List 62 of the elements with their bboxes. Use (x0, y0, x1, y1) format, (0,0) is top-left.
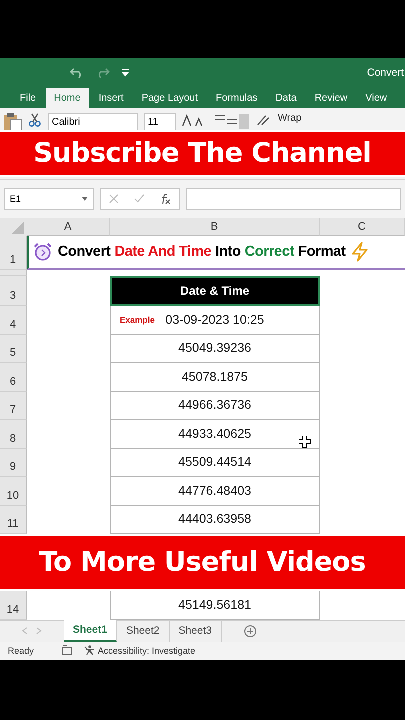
window-title: Convert (367, 67, 404, 79)
row-header[interactable]: 11 (0, 506, 27, 534)
customize-icon (122, 69, 129, 77)
name-box[interactable]: E1 (4, 188, 94, 210)
formula-field[interactable] (186, 188, 401, 210)
row-header[interactable]: 7 (0, 392, 27, 420)
font-size-field[interactable]: 11 (144, 113, 176, 131)
ribbon-tab[interactable]: Data (268, 88, 305, 108)
dropdown-icon (82, 197, 88, 201)
undo-icon (70, 67, 84, 79)
table-cell: 03-09-2023 10:25 (166, 312, 264, 327)
ribbon-tab[interactable]: Home (46, 88, 89, 108)
row-header[interactable]: 14 (0, 591, 27, 620)
table-cell: 44933.40625 (178, 426, 252, 441)
accessibility-icon (83, 645, 96, 656)
table-cell: 44776.48403 (178, 484, 252, 498)
table-cell: 44966.36736 (178, 398, 252, 412)
orientation-icon (256, 113, 272, 127)
sheet-tab[interactable]: Sheet1 (64, 620, 118, 642)
ribbon-tab[interactable]: Page Layout (134, 88, 206, 108)
align-icon (214, 113, 250, 129)
check-icon (134, 194, 145, 204)
sheet-title: Convert Date And Time Into Correct Format (58, 244, 346, 260)
lightning-icon (350, 242, 369, 262)
promo-banner: To More Useful Videos (0, 534, 405, 591)
wrap-text-button[interactable]: Wrap (278, 113, 302, 124)
column-header[interactable]: A (27, 218, 110, 236)
ribbon-tab[interactable]: Insert (90, 88, 132, 108)
row-header[interactable]: 9 (0, 448, 27, 477)
font-name-field[interactable]: Calibri (48, 113, 138, 131)
row-header[interactable]: 4 (0, 306, 27, 334)
redo-icon (96, 67, 110, 79)
example-label: Example (120, 314, 155, 325)
row-header[interactable]: 6 (0, 363, 27, 392)
macro-icon (62, 645, 74, 656)
ribbon-tab[interactable]: File (12, 88, 44, 108)
table-cell: 45078.1875 (182, 370, 248, 384)
select-all-icon (0, 218, 27, 236)
status-text: Ready (8, 646, 34, 656)
table-cell: 45509.44514 (178, 455, 252, 470)
table-cell: 44403.63958 (178, 512, 252, 526)
ribbon-tab[interactable]: View (358, 88, 396, 108)
row-header[interactable]: 8 (0, 420, 27, 448)
row-header[interactable]: 3 (0, 276, 27, 306)
ribbon-tab[interactable]: Review (306, 88, 356, 108)
function-icon (160, 194, 172, 204)
add-sheet-icon (244, 624, 257, 638)
column-header[interactable]: B (110, 218, 320, 236)
accessibility-status[interactable]: Accessibility: Investigate (98, 646, 196, 656)
row-header[interactable]: 5 (0, 334, 27, 363)
ribbon-tab[interactable]: Formulas (208, 88, 266, 108)
subscribe-banner: Subscribe The Channel (0, 130, 405, 177)
table-cell: 45149.56181 (178, 598, 252, 612)
row-header[interactable]: 1 (0, 236, 27, 270)
table-cell: 45049.39236 (178, 341, 252, 356)
column-heading: Date & Time (110, 276, 320, 306)
scissors-icon (28, 113, 42, 127)
alarm-clock-icon (33, 242, 53, 262)
column-header[interactable]: C (320, 218, 405, 236)
row-header[interactable] (0, 270, 27, 276)
row-header[interactable]: 10 (0, 477, 27, 506)
cancel-icon (108, 194, 119, 204)
